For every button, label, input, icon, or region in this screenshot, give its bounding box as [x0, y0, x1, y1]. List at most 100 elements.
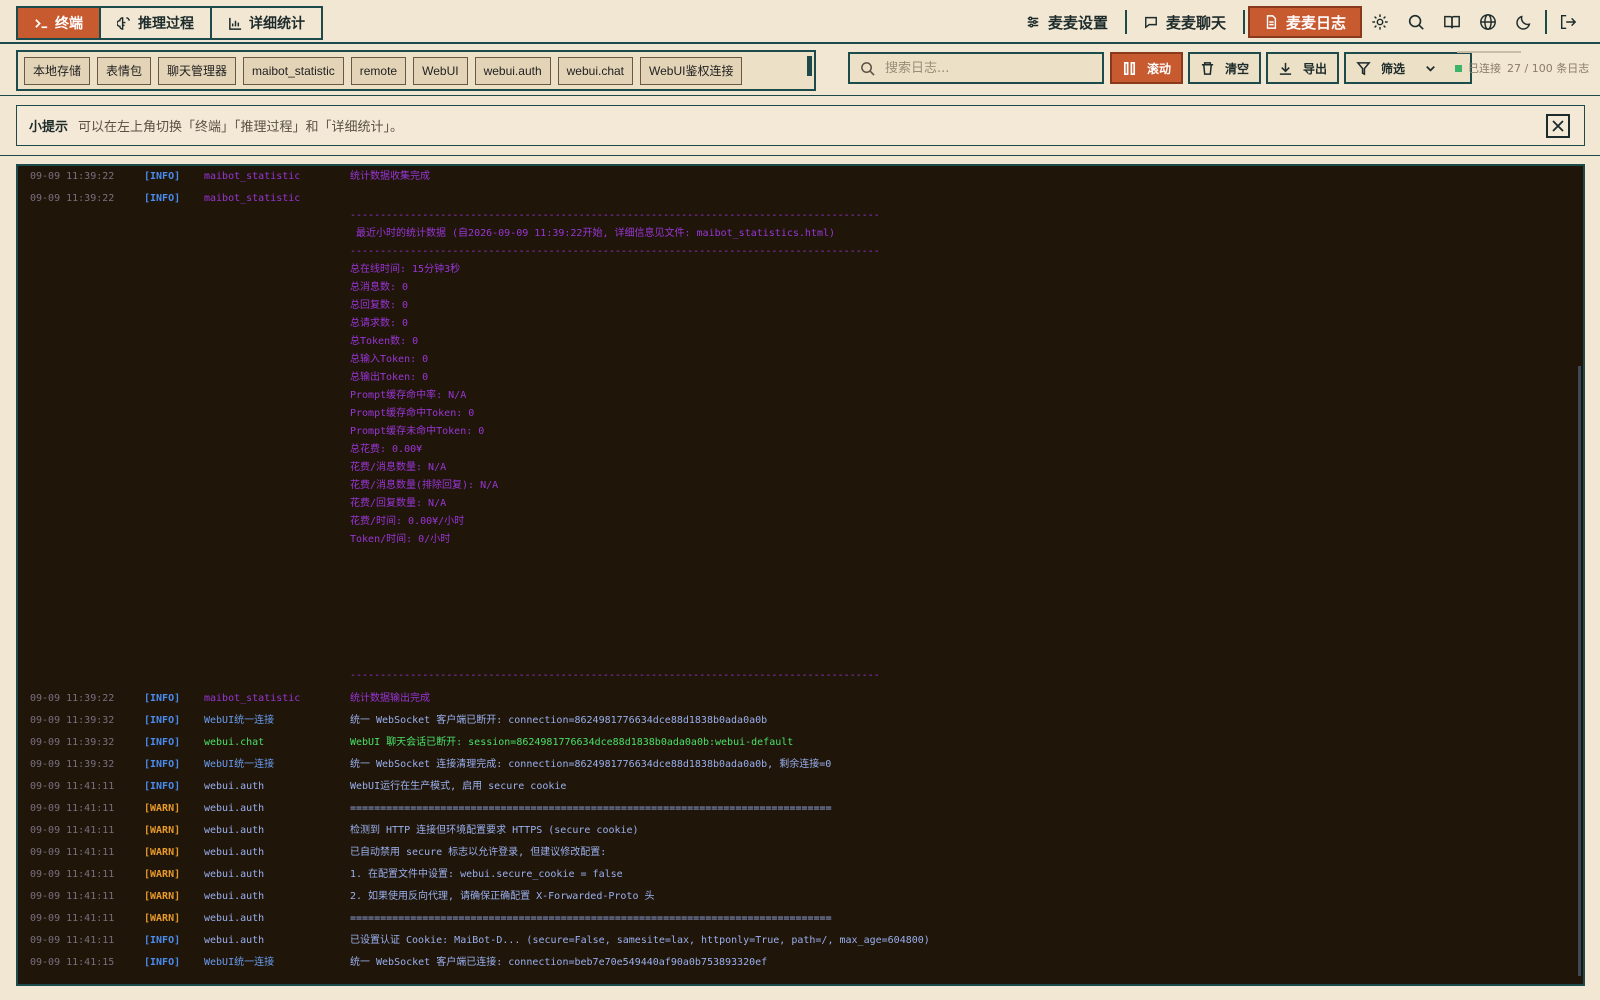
nav-chat-label: 麦麦聊天 [1165, 13, 1226, 32]
log-level: [INFO] [144, 759, 181, 770]
log-message: 统一 WebSocket 连接清理完成: connection=86249817… [350, 759, 832, 770]
log-module: webui.auth [204, 891, 265, 902]
tip-banner: 小提示 可以在左上角切换「终端」「推理过程」和「详细统计」。 [16, 105, 1585, 146]
log-level: [INFO] [144, 193, 181, 204]
log-level: [WARN] [144, 847, 181, 858]
nav-logs-button[interactable]: 麦麦日志 [1247, 6, 1362, 38]
nav-settings-button[interactable]: 麦麦设置 [1012, 6, 1122, 38]
log-message: 总消息数: 0 [350, 282, 409, 293]
filter-dropdown[interactable]: 筛选 [1344, 52, 1472, 84]
log-message: Prompt缓存命中Token: 0 [350, 408, 475, 419]
log-level: [WARN] [144, 803, 181, 814]
tab-reasoning[interactable]: 推理过程 [101, 8, 212, 38]
log-timestamp: 09-09 11:41:11 [30, 891, 115, 902]
log-timestamp: 09-09 11:41:11 [30, 803, 115, 814]
log-timestamp: 09-09 11:41:11 [30, 869, 115, 880]
log-timestamp: 09-09 11:39:32 [30, 759, 115, 770]
log-module: WebUI统一连接 [204, 957, 275, 968]
tip-title: 小提示 [29, 120, 69, 135]
filter-label: 筛选 [1381, 61, 1406, 76]
log-message: Token/时间: 0/小时 [350, 534, 451, 545]
bar-chart-icon [229, 17, 242, 30]
chip-scrollbar[interactable] [807, 56, 812, 76]
clear-label: 清空 [1225, 61, 1250, 76]
tip-close-button[interactable] [1546, 114, 1570, 138]
log-message: 已自动禁用 secure 标志以允许登录, 但建议修改配置: [350, 847, 607, 858]
log-message: 最近小时的统计数据 (自2026-09-09 11:39:22开始, 详细信息见… [350, 228, 836, 239]
pause-icon [1123, 61, 1136, 75]
log-module: webui.auth [204, 847, 265, 858]
log-module: maibot_statistic [204, 171, 301, 182]
log-terminal[interactable]: 09-09 11:39:22 [INFO] maibot_statistic 统计数据… [16, 164, 1585, 986]
log-message: 总在线时间: 15分钟3秒 [350, 264, 461, 275]
module-chip[interactable]: 聊天管理器 [158, 56, 237, 85]
log-message: ----------------------------------------… [350, 670, 880, 681]
nav-logs-label: 麦麦日志 [1285, 13, 1346, 32]
brain-icon [117, 16, 130, 30]
module-chip[interactable]: webui.auth [474, 56, 551, 85]
log-level: [WARN] [144, 891, 181, 902]
log-timestamp: 09-09 11:41:11 [30, 913, 115, 924]
log-message: 总回复数: 0 [350, 300, 409, 311]
log-level: [INFO] [144, 171, 181, 182]
connection-status: 已连接 27 / 100 条日志 [1455, 51, 1589, 76]
globe-icon [1480, 14, 1496, 30]
nav-chat-button[interactable]: 麦麦聊天 [1130, 6, 1240, 38]
log-module: WebUI统一连接 [204, 759, 275, 770]
log-timestamp: 09-09 11:39:32 [30, 715, 115, 726]
status-progress-bar [1457, 51, 1521, 53]
nav-settings-label: 麦麦设置 [1047, 13, 1108, 32]
chevron-down-icon [1426, 65, 1435, 72]
export-label: 导出 [1303, 61, 1328, 76]
log-module: webui.auth [204, 803, 265, 814]
log-timestamp: 09-09 11:39:22 [30, 193, 115, 204]
log-message: 总输出Token: 0 [350, 372, 429, 383]
moon-icon [1516, 15, 1531, 30]
log-message: 1. 在配置文件中设置: webui.secure_cookie = false [350, 869, 623, 880]
log-message: 已设置认证 Cookie: MaiBot-D... (secure=False,… [350, 935, 930, 946]
module-chip[interactable]: webui.chat [557, 56, 633, 85]
module-chip[interactable]: 本地存储 [24, 56, 91, 85]
search-button[interactable] [1398, 6, 1434, 38]
log-toolbar: 本地存储 表情包 聊天管理器 maibot_statistic remote W… [0, 46, 1600, 96]
top-bar: 终端 推理过程 详细统计 麦麦设置 麦麦聊天 麦麦日志 [0, 0, 1600, 44]
export-button[interactable]: 导出 [1266, 52, 1340, 84]
module-chip[interactable]: WebUI [413, 56, 468, 85]
language-button[interactable] [1470, 6, 1506, 38]
log-timestamp: 09-09 11:39:22 [30, 693, 115, 704]
docs-button[interactable] [1434, 6, 1470, 38]
logout-button[interactable] [1550, 6, 1586, 38]
right-nav: 麦麦设置 麦麦聊天 麦麦日志 [1012, 6, 1586, 38]
log-message: WebUI运行在生产模式, 启用 secure cookie [350, 781, 567, 792]
log-module: maibot_statistic [204, 193, 301, 204]
tip-text: 可以在左上角切换「终端」「推理过程」和「详细统计」。 [78, 120, 404, 135]
theme-toggle-button[interactable] [1506, 6, 1542, 38]
log-message: WebUI 聊天会话已断开: session=8624981776634dce8… [350, 737, 794, 748]
module-chip[interactable]: 表情包 [97, 56, 152, 85]
close-icon [1552, 120, 1564, 132]
log-message: 总Token数: 0 [350, 336, 419, 347]
log-module: webui.auth [204, 935, 265, 946]
terminal-scrollbar[interactable] [1578, 366, 1581, 976]
clear-button[interactable]: 清空 [1188, 52, 1262, 84]
log-message: 总输入Token: 0 [350, 354, 429, 365]
log-message: 统计数据输出完成 [350, 693, 430, 704]
module-chip[interactable]: WebUI鉴权连接 [640, 56, 743, 85]
gear-icon [1372, 14, 1388, 30]
scroll-toggle-button[interactable]: 滚动 [1110, 52, 1184, 84]
module-chip[interactable]: remote [350, 56, 407, 85]
log-search-box [848, 52, 1104, 84]
tab-stats[interactable]: 详细统计 [212, 8, 321, 38]
log-message: 花费/消息数量: N/A [350, 462, 447, 473]
tab-terminal[interactable]: 终端 [18, 8, 101, 38]
module-chip[interactable]: maibot_statistic [243, 56, 344, 85]
log-message: 统一 WebSocket 客户端已断开: connection=86249817… [350, 715, 768, 726]
nav-divider [1124, 10, 1127, 34]
log-level: [INFO] [144, 715, 181, 726]
log-search-input[interactable] [885, 60, 1085, 76]
settings-gear-button[interactable] [1362, 6, 1398, 38]
logout-icon [1560, 14, 1577, 30]
log-timestamp: 09-09 11:39:32 [30, 737, 115, 748]
nav-divider [1545, 10, 1547, 34]
log-timestamp: 09-09 11:41:15 [30, 957, 115, 968]
